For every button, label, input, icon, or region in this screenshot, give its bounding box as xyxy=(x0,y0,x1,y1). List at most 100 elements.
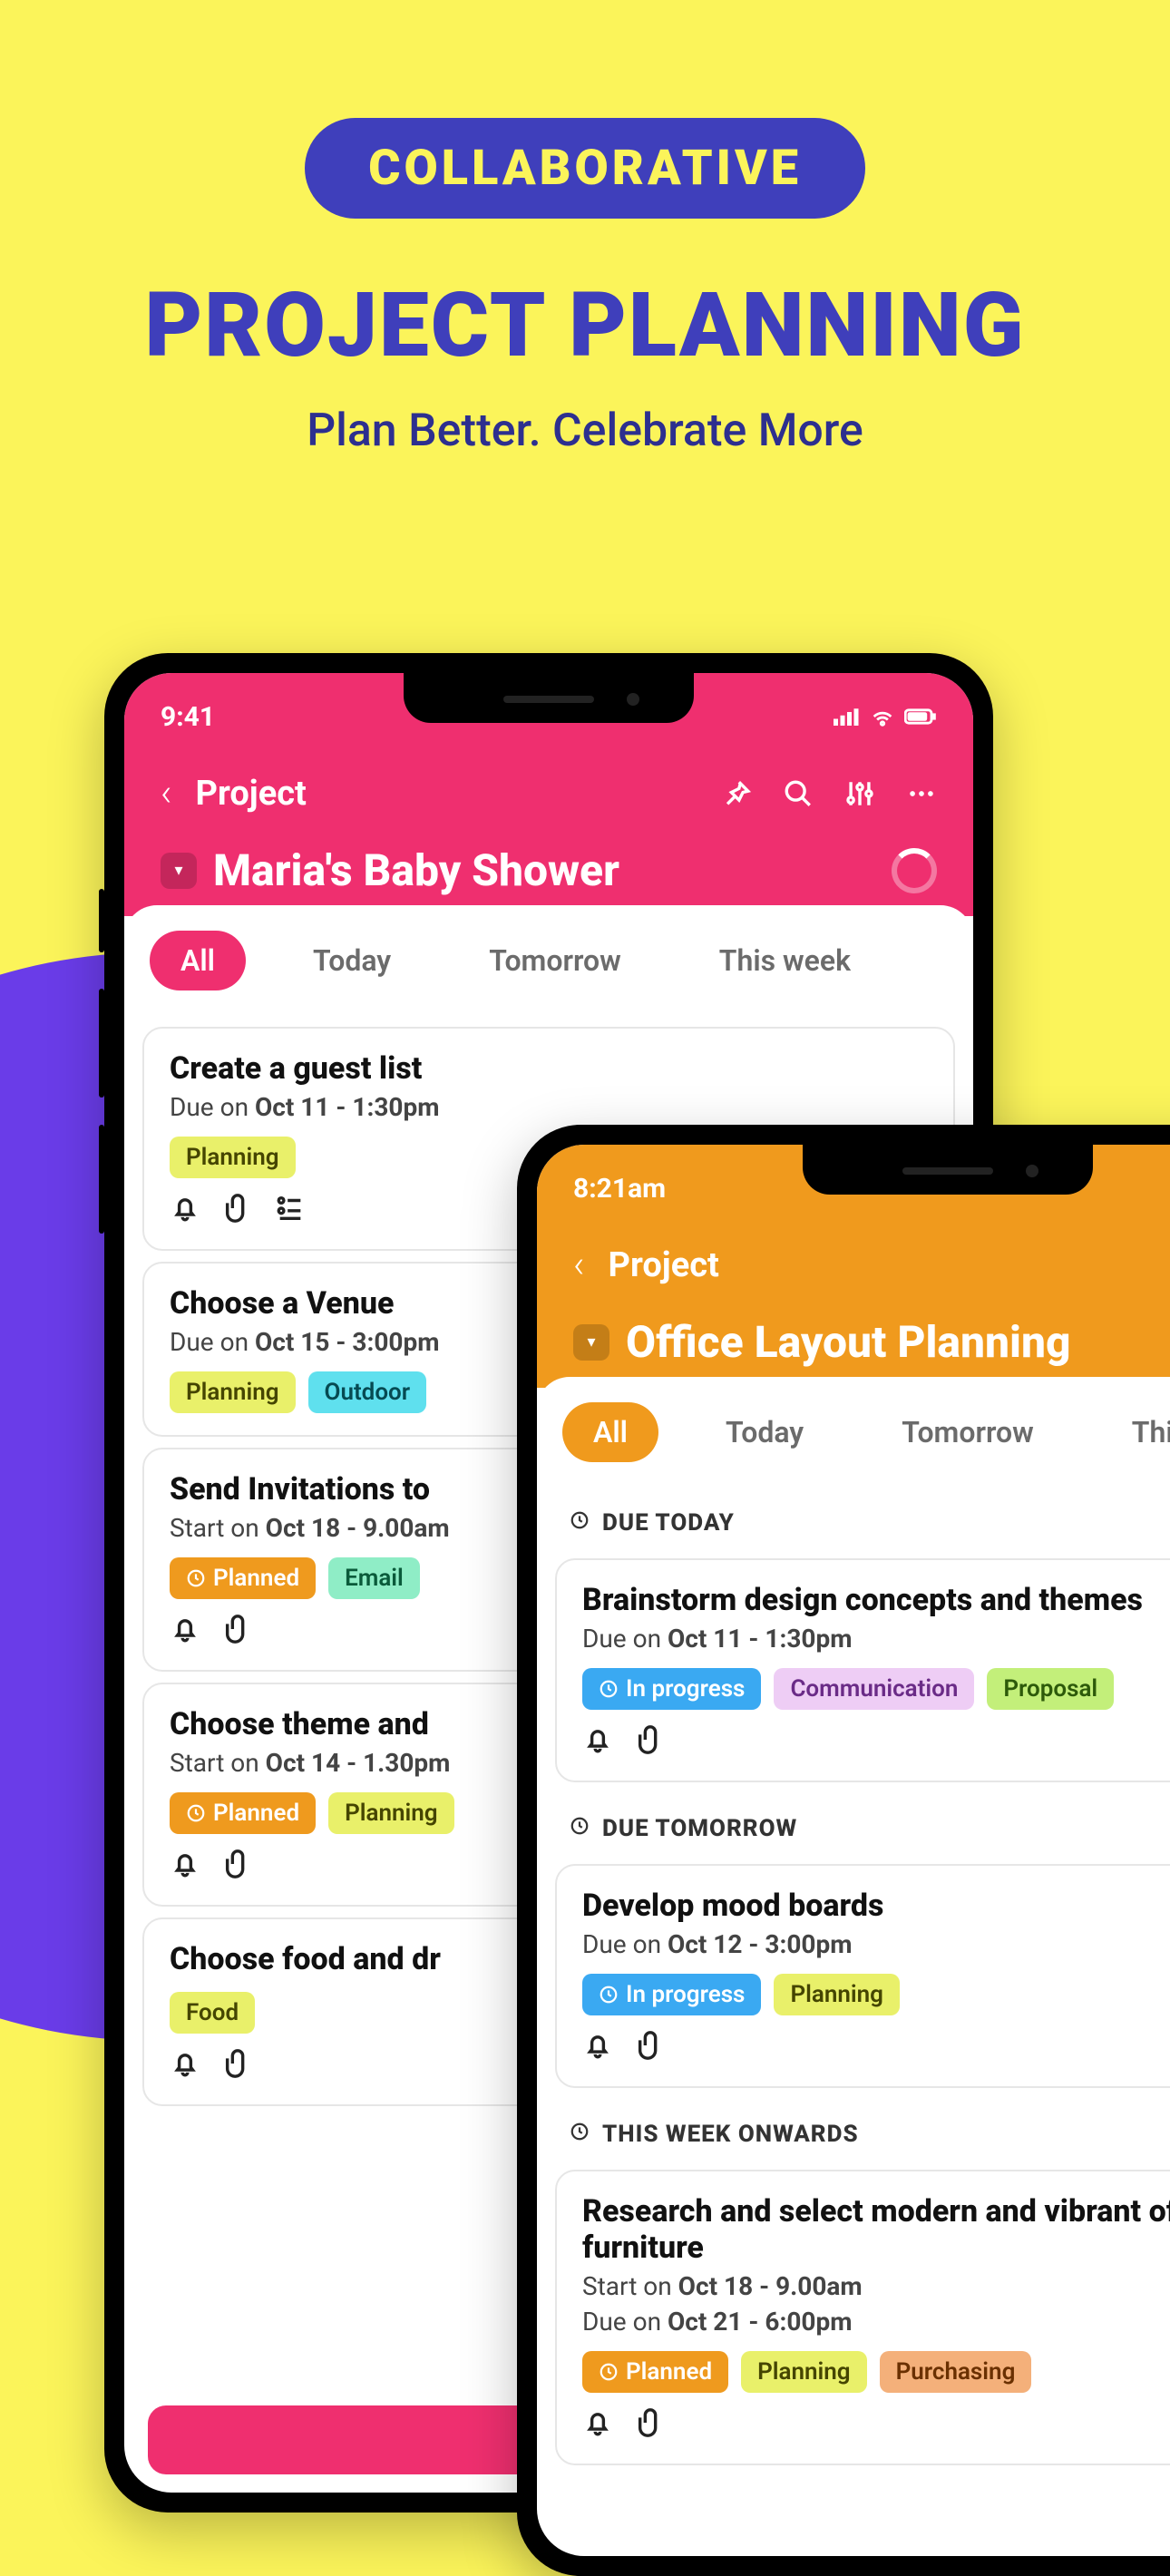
hero-title: PROJECT PLANNING xyxy=(0,273,1170,377)
clock-icon xyxy=(570,1509,590,1537)
tag[interactable]: Email xyxy=(328,1557,420,1599)
tag-row: Planned Planning Purchasing xyxy=(582,2351,1170,2393)
title-row: ▾ Office Layout Planning xyxy=(573,1316,1170,1368)
tag-label: Purchasing xyxy=(896,2358,1016,2386)
filter-week[interactable]: This week xyxy=(688,931,882,990)
phone-notch xyxy=(404,673,694,723)
side-button xyxy=(99,989,104,1098)
dropdown-toggle[interactable]: ▾ xyxy=(573,1324,609,1361)
project-title: Office Layout Planning xyxy=(626,1316,1170,1368)
tag[interactable]: Planned xyxy=(170,1792,316,1834)
nav-label: Project xyxy=(196,774,697,814)
task-meta: Start on Oct 18 - 9.00am xyxy=(582,2271,1170,2301)
clock-icon xyxy=(599,2362,619,2382)
filter-today[interactable]: Today xyxy=(695,1402,834,1462)
tag[interactable]: Proposal xyxy=(987,1668,1114,1710)
tag[interactable]: Planning xyxy=(328,1792,454,1834)
task-title: Research and select modern and vibrant o… xyxy=(582,2193,1170,2266)
task-icons xyxy=(582,2030,1170,2064)
wifi-icon xyxy=(870,704,895,729)
filter-tomorrow[interactable]: Tomorrow xyxy=(871,1402,1065,1462)
bell-icon[interactable] xyxy=(582,2407,613,2442)
tag-label: Planning xyxy=(345,1800,438,1827)
tag[interactable]: Outdoor xyxy=(308,1371,427,1413)
task-card[interactable]: Develop mood boards Due on Oct 12 - 3:00… xyxy=(555,1864,1170,2088)
tag[interactable]: In progress xyxy=(582,1974,761,2015)
clip-icon[interactable] xyxy=(222,1614,253,1648)
bell-icon[interactable] xyxy=(582,2030,613,2064)
nav-bar: ‹ Project xyxy=(161,771,937,815)
bell-icon[interactable] xyxy=(582,1724,613,1759)
tag[interactable]: Planned xyxy=(582,2351,728,2393)
clock-icon xyxy=(570,1815,590,1842)
tag[interactable]: Food xyxy=(170,1992,255,2034)
back-button[interactable]: ‹ xyxy=(161,771,172,815)
clip-icon[interactable] xyxy=(635,1724,666,1759)
task-meta: Due on Oct 21 - 6:00pm xyxy=(582,2307,1170,2337)
hero-tagline: Plan Better. Celebrate More xyxy=(0,405,1170,457)
tag-label: Planned xyxy=(213,1565,299,1592)
search-icon[interactable] xyxy=(783,778,814,809)
tag-label: Planned xyxy=(213,1800,299,1827)
tag[interactable]: Planning xyxy=(741,2351,867,2393)
clock-icon xyxy=(570,2121,590,2148)
filter-all[interactable]: All xyxy=(562,1402,658,1462)
tag[interactable]: Planning xyxy=(170,1371,296,1413)
task-card[interactable]: Research and select modern and vibrant o… xyxy=(555,2170,1170,2465)
section-title: DUE TODAY xyxy=(602,1509,735,1537)
tag[interactable]: Planning xyxy=(774,1974,900,2015)
bell-icon[interactable] xyxy=(170,1193,200,1227)
dropdown-toggle[interactable]: ▾ xyxy=(161,853,197,889)
nav-bar: ‹ Project xyxy=(573,1243,1170,1287)
tag-label: Food xyxy=(186,1999,239,2026)
status-time: 8:21am xyxy=(573,1173,666,1205)
tag-row: In progress Planning xyxy=(582,1974,1170,2015)
more-icon[interactable] xyxy=(906,778,937,809)
status-time: 9:41 xyxy=(161,701,215,733)
hero: COLLABORATIVE PROJECT PLANNING Plan Bett… xyxy=(0,0,1170,457)
filter-all[interactable]: All xyxy=(150,931,246,990)
tag[interactable]: Planned xyxy=(170,1557,316,1599)
task-meta: Due on Oct 11 - 1:30pm xyxy=(170,1092,928,1122)
bell-icon[interactable] xyxy=(170,1849,200,1883)
clip-icon[interactable] xyxy=(222,1193,253,1227)
tag[interactable]: Planning xyxy=(170,1137,296,1178)
tag[interactable]: Purchasing xyxy=(880,2351,1032,2393)
clip-icon[interactable] xyxy=(635,2407,666,2442)
bell-icon[interactable] xyxy=(170,2048,200,2083)
task-meta: Due on Oct 11 - 1:30pm xyxy=(582,1624,1170,1654)
tag-label: Proposal xyxy=(1003,1675,1097,1703)
filter-bar: All Today Tomorrow This w xyxy=(537,1377,1170,1488)
tag-label: Planning xyxy=(790,1981,883,2008)
settings-sliders-icon[interactable] xyxy=(844,778,875,809)
bell-icon[interactable] xyxy=(170,1614,200,1648)
task-card[interactable]: Brainstorm design concepts and themes Du… xyxy=(555,1558,1170,1782)
signal-icon xyxy=(834,707,861,726)
filter-week[interactable]: This w xyxy=(1101,1402,1170,1462)
filter-today[interactable]: Today xyxy=(282,931,422,990)
task-title: Brainstorm design concepts and themes xyxy=(582,1582,1170,1618)
clip-icon[interactable] xyxy=(635,2030,666,2064)
list-icon[interactable] xyxy=(275,1193,306,1227)
clock-icon xyxy=(186,1803,206,1823)
tag[interactable]: In progress xyxy=(582,1668,761,1710)
tag-label: In progress xyxy=(626,1981,745,2008)
filter-tomorrow[interactable]: Tomorrow xyxy=(458,931,652,990)
task-title: Develop mood boards xyxy=(582,1888,1170,1924)
side-button xyxy=(99,889,104,952)
tag-label: Email xyxy=(345,1565,404,1592)
task-list: DUE TODAY Brainstorm design concepts and… xyxy=(537,1488,1170,2465)
filter-bar: All Today Tomorrow This week xyxy=(124,905,973,1016)
tag-row: In progress Communication Proposal xyxy=(582,1668,1170,1710)
clock-icon xyxy=(599,1985,619,2005)
phone-frame-2: 8:21am ‹ Project ▾ Office Layout Plannin… xyxy=(517,1125,1170,2576)
back-button[interactable]: ‹ xyxy=(573,1243,585,1287)
clip-icon[interactable] xyxy=(222,1849,253,1883)
tag[interactable]: Communication xyxy=(774,1668,974,1710)
title-row: ▾ Maria's Baby Shower xyxy=(161,844,937,896)
battery-icon xyxy=(904,707,937,726)
side-button xyxy=(99,1125,104,1234)
clip-icon[interactable] xyxy=(222,2048,253,2083)
pin-icon[interactable] xyxy=(721,778,752,809)
tag-label: Communication xyxy=(790,1675,958,1703)
